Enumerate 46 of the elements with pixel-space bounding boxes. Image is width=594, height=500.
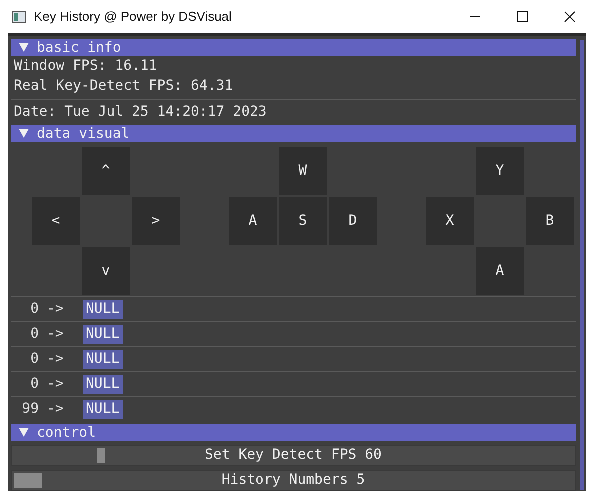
key-badge: NULL bbox=[83, 300, 123, 318]
count-text: 0 bbox=[30, 350, 39, 368]
slider-label: History Numbers 5 bbox=[222, 471, 366, 490]
key-tile: ^ bbox=[81, 146, 131, 196]
arrow-text: -> bbox=[47, 300, 65, 318]
count-text: 0 bbox=[30, 300, 39, 318]
key-tile: D bbox=[328, 196, 378, 246]
section-header[interactable]: control bbox=[11, 424, 576, 441]
window-title: Key History @ Power by DSVisual bbox=[34, 8, 232, 26]
info-text: Date: Tue Jul 25 14:20:17 2023 bbox=[13, 103, 268, 122]
section-header[interactable]: basic info bbox=[11, 39, 576, 56]
key-tile: > bbox=[131, 196, 181, 246]
key-badge: NULL bbox=[83, 374, 123, 394]
slider-thumb[interactable] bbox=[96, 448, 105, 463]
key-tile: B bbox=[525, 196, 575, 246]
key-tile: v bbox=[81, 246, 131, 296]
key-tile: A bbox=[475, 246, 525, 296]
key-badge: NULL bbox=[83, 324, 123, 344]
key-tile: W bbox=[278, 146, 328, 196]
key-tile: A bbox=[228, 196, 278, 246]
section-header[interactable]: data visual bbox=[11, 125, 576, 142]
info-text: Window FPS: 16.11 bbox=[13, 57, 158, 76]
arrow-text: -> bbox=[47, 350, 65, 368]
count-text: 0 bbox=[30, 374, 39, 394]
count-text: 99 bbox=[21, 400, 39, 418]
slider-thumb[interactable] bbox=[14, 473, 42, 488]
key-badge: NULL bbox=[83, 350, 123, 368]
count-text: 0 bbox=[30, 324, 39, 344]
section-title: data visual bbox=[37, 126, 130, 140]
maximize-icon[interactable] bbox=[517, 11, 528, 22]
arrow-text: -> bbox=[47, 400, 65, 418]
arrow-text: -> bbox=[47, 374, 65, 394]
slider-track[interactable]: History Numbers 5 bbox=[11, 470, 576, 491]
slider-track[interactable]: Set Key Detect FPS 60 bbox=[11, 445, 576, 466]
key-tile: S bbox=[278, 196, 328, 246]
section-title: control bbox=[37, 426, 96, 440]
slider-label: Set Key Detect FPS 60 bbox=[204, 446, 382, 465]
key-badge: NULL bbox=[83, 400, 123, 418]
close-icon[interactable] bbox=[564, 10, 576, 22]
app-icon bbox=[12, 10, 26, 22]
section-title: basic info bbox=[37, 40, 122, 54]
arrow-text: -> bbox=[47, 324, 65, 344]
key-tile: < bbox=[31, 196, 81, 246]
info-text: Real Key-Detect FPS: 64.31 bbox=[13, 77, 234, 96]
key-tile: Y bbox=[475, 146, 525, 196]
key-tile: X bbox=[425, 196, 475, 246]
